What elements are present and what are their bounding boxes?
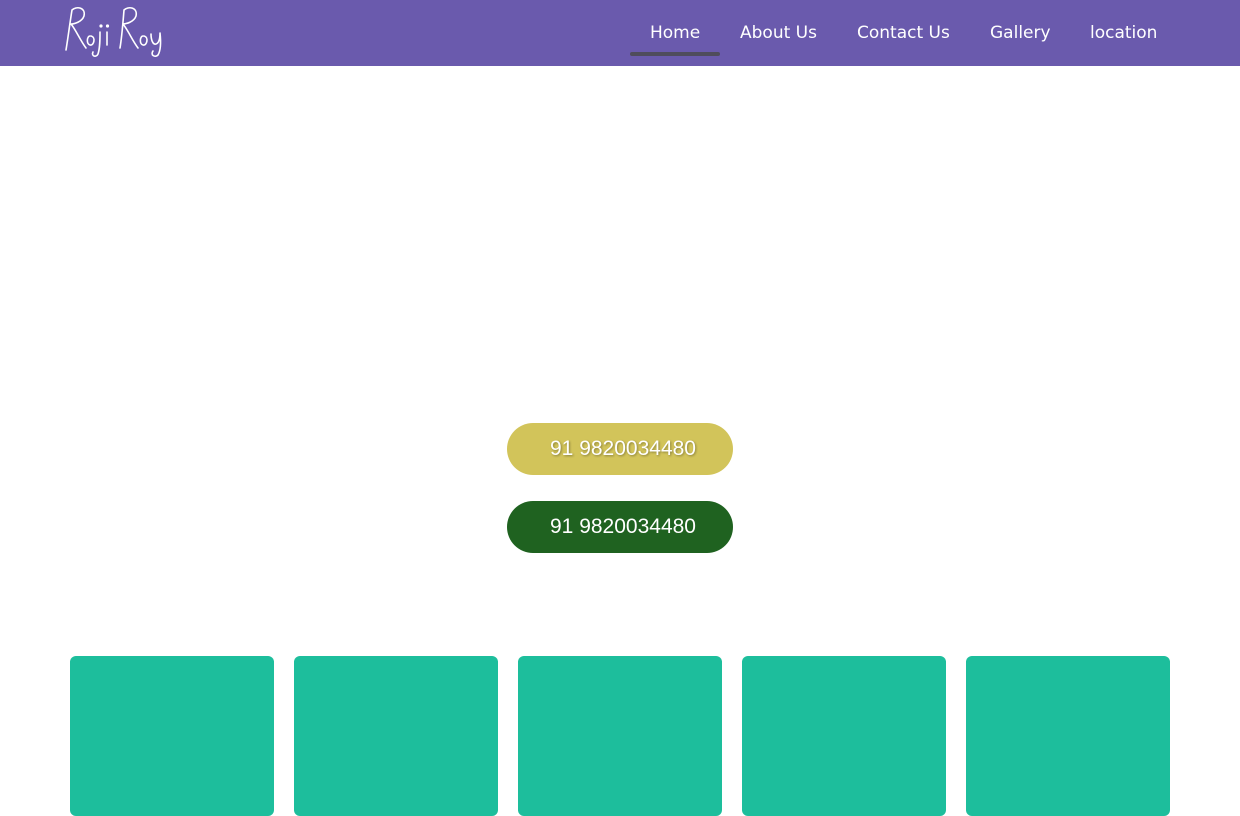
feature-tile-1[interactable] [70, 656, 274, 816]
feature-tile-5[interactable] [966, 656, 1170, 816]
site-logo[interactable] [60, 2, 170, 58]
nav-home[interactable]: Home [650, 0, 700, 66]
nav-contact-us[interactable]: Contact Us [857, 0, 950, 66]
feature-tile-3[interactable] [518, 656, 722, 816]
whatsapp-button[interactable]: 91 9820034480 [507, 501, 733, 553]
nav-active-indicator [630, 52, 720, 56]
feature-tile-4[interactable] [742, 656, 946, 816]
call-button-label: 91 9820034480 [550, 437, 696, 460]
call-button[interactable]: 91 9820034480 [507, 423, 733, 475]
logo-signature [65, 6, 162, 58]
feature-tile-2[interactable] [294, 656, 498, 816]
whatsapp-button-label: 91 9820034480 [550, 515, 696, 538]
nav-about-us[interactable]: About Us [740, 0, 817, 66]
nav-location[interactable]: location [1090, 0, 1157, 66]
top-navbar: Home About Us Contact Us Gallery locatio… [0, 0, 1240, 66]
nav-gallery[interactable]: Gallery [990, 0, 1051, 66]
